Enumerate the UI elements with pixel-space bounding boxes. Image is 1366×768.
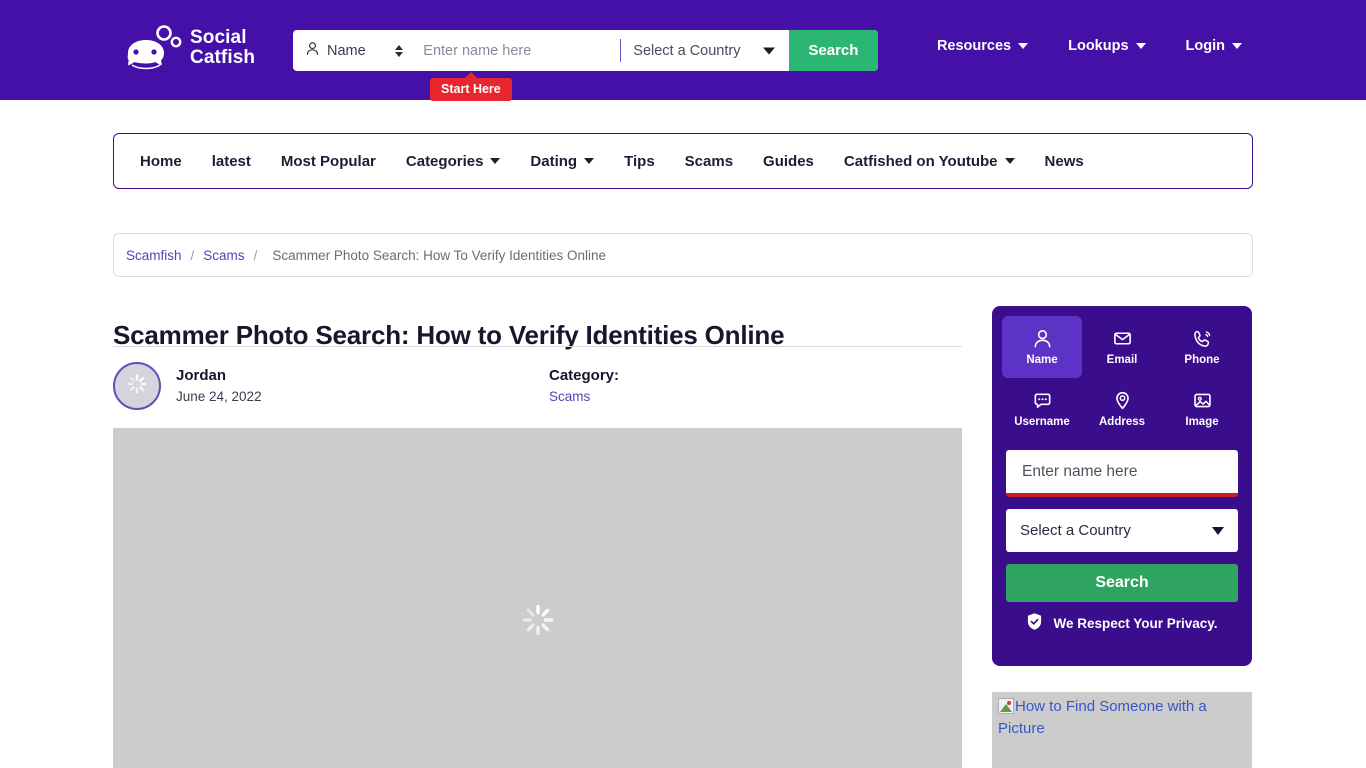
breadcrumb-item-scams[interactable]: Scams [203,248,244,263]
tab-label: Username [1014,416,1070,428]
promo-alt-text: How to Find Someone with a Picture [998,698,1207,737]
nav-label: Guides [763,152,814,170]
header-nav-label: Lookups [1068,38,1129,54]
nav-label: News [1044,152,1084,170]
title-divider [113,346,962,347]
article-meta: Jordan June 24, 2022 Category: Scams [113,362,963,412]
nav-item-catfished-on-youtube[interactable]: Catfished on Youtube [844,153,1015,170]
tab-username[interactable]: Username [1002,378,1082,440]
nav-item-home[interactable]: Home [140,153,182,170]
tab-label: Name [1026,354,1058,366]
header-search-bar: Name Select a Country Search [293,30,878,71]
search-type-label: Name [327,42,366,59]
shield-check-icon [1026,612,1043,634]
chevron-down-icon [1212,526,1224,535]
nav-label: Dating [530,152,578,170]
logo[interactable]: Social Catfish [124,25,255,71]
header-country-select[interactable]: Select a Country [621,30,789,71]
envelope-icon [1112,328,1133,349]
header-nav-item-login[interactable]: Login [1186,38,1242,54]
sidebar-name-input[interactable] [1020,461,1224,482]
sidebar-country-select[interactable]: Select a Country [1006,509,1238,552]
tab-name[interactable]: Name [1002,316,1082,378]
broken-image-icon [998,698,1014,714]
tab-label: Email [1106,354,1138,366]
sidebar-search-widget: Name Email Phone Username Address Image … [992,306,1252,666]
tab-email[interactable]: Email [1082,316,1162,378]
chevron-down-icon [490,158,501,164]
chevron-down-icon [1018,43,1029,49]
site-header: SocialCatfish Name Select a Country Sear… [0,0,1366,101]
sidebar-search-button[interactable]: Search [1006,564,1238,602]
publish-date: June 24, 2022 [176,389,262,404]
nav-item-most-popular[interactable]: Most Popular [281,153,376,170]
nav-item-tips[interactable]: Tips [624,153,655,170]
privacy-notice: We Respect Your Privacy. [1006,612,1238,634]
header-name-input[interactable] [413,30,621,71]
category-label: Category: [549,367,620,384]
header-country-label: Select a Country [633,42,741,59]
person-icon [305,41,320,60]
breadcrumb-item-scamfish[interactable]: Scamfish [126,248,182,263]
nav-item-categories[interactable]: Categories [406,153,501,170]
nav-label: latest [211,152,251,170]
person-icon [1032,328,1053,349]
chat-bubble-icon [1032,390,1053,411]
tab-label: Image [1185,416,1219,428]
nav-item-scams[interactable]: Scams [685,153,733,170]
tab-address[interactable]: Address [1082,378,1162,440]
nav-item-guides[interactable]: Guides [763,153,814,170]
chevron-down-icon [584,158,595,164]
nav-label: Categories [405,152,484,170]
header-nav-label: Login [1185,38,1225,54]
loading-spinner-icon [126,373,148,400]
tab-label: Address [1098,416,1146,428]
tab-phone[interactable]: Phone [1162,316,1242,378]
header-nav-label: Resources [936,38,1012,54]
nav-label: Most Popular [280,152,376,170]
breadcrumb: Scamfish / Scams / Scammer Photo Search:… [113,233,1253,277]
breadcrumb-separator: / [190,247,195,263]
nav-label: Home [140,152,182,170]
chevron-down-icon [762,47,775,54]
nav-item-dating[interactable]: Dating [530,152,595,170]
header-search-button[interactable]: Search [788,30,878,71]
map-pin-icon [1112,390,1133,411]
sidebar-search-tabs: Name Email Phone Username Address Image [1002,316,1242,440]
nav-label: Scams [684,152,734,170]
loading-spinner-icon [521,603,555,642]
start-here-badge: Start Here [430,78,512,101]
nav-label: Catfished on Youtube [843,152,998,170]
image-icon [1192,390,1213,411]
chevron-down-icon [1232,43,1242,49]
author-name: Jordan [176,367,227,384]
header-nav-item-lookups[interactable]: Lookups [1068,38,1146,54]
sidebar-name-field [1006,450,1238,497]
nav-item-latest[interactable]: latest [212,153,251,170]
header-nav: Resources Lookups Login [937,38,1242,54]
article-hero-image [113,428,962,768]
nav-label: Tips [624,152,655,170]
tab-label: Phone [1184,354,1220,366]
avatar [113,362,161,410]
privacy-text: We Respect Your Privacy. [1053,615,1218,631]
breadcrumb-current: Scammer Photo Search: How To Verify Iden… [272,247,606,263]
sidebar-country-label: Select a Country [1020,522,1131,539]
category-link[interactable]: Scams [549,389,590,404]
breadcrumb-separator: / [253,247,258,263]
tab-image[interactable]: Image [1162,378,1242,440]
search-type-select[interactable]: Name [293,30,413,71]
logo-text: Social Catfish [190,27,256,68]
social-catfish-logo-icon [124,25,182,71]
main-navigation: Home latest Most Popular Categories Dati… [113,133,1253,189]
stepper-icon[interactable] [395,44,404,57]
phone-icon [1192,328,1213,349]
promo-broken-image[interactable]: How to Find Someone with a Picture [992,692,1252,768]
header-nav-item-resources[interactable]: Resources [936,38,1029,54]
nav-item-news[interactable]: News [1045,153,1084,170]
chevron-down-icon [1004,158,1015,164]
chevron-down-icon [1135,43,1146,49]
